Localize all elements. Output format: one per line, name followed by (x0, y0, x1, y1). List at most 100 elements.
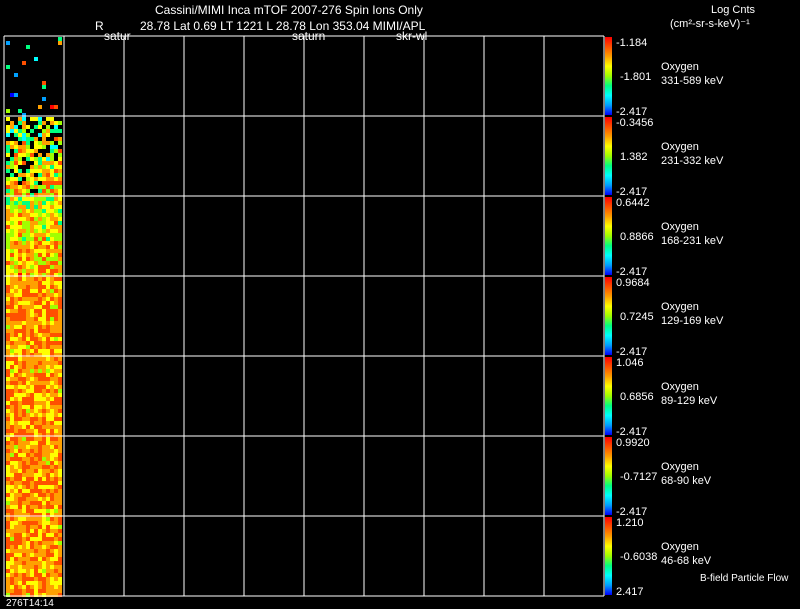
spectrogram-pixel (14, 541, 18, 545)
spectrogram-pixel (6, 505, 10, 509)
spectrogram-pixel (18, 461, 22, 465)
spectrogram-pixel (38, 565, 42, 569)
spectrogram-pixel (30, 397, 34, 401)
spectrogram-pixel (6, 425, 10, 429)
spectrogram-pixel (46, 557, 50, 561)
spectrogram-pixel (54, 369, 58, 373)
spectrogram-pixel (46, 421, 50, 425)
spectrogram-pixel (26, 237, 30, 241)
spectrogram-pixel (34, 325, 38, 329)
spectrogram-pixel (6, 417, 10, 421)
spectrogram-pixel (10, 541, 14, 545)
spectrogram-pixel (30, 349, 34, 353)
spectrogram-pixel (34, 305, 38, 309)
spectrogram-pixel (14, 569, 18, 573)
spectrogram-pixel (22, 421, 26, 425)
spectrogram-pixel (50, 461, 54, 465)
spectrogram-pixel (38, 365, 42, 369)
spectrogram-pixel (50, 581, 54, 585)
spectrogram-pixel (46, 177, 50, 181)
spectrogram-pixel (18, 473, 22, 477)
spectrogram-pixel (54, 245, 58, 249)
spectrogram-pixel (14, 489, 18, 493)
spectrogram-pixel (6, 189, 10, 193)
spectrogram-pixel (50, 373, 54, 377)
spectrogram-pixel (34, 525, 38, 529)
spectrogram-pixel (14, 397, 18, 401)
spectrogram-pixel (50, 149, 54, 153)
spectrogram-pixel (38, 581, 42, 585)
spectrogram-pixel (58, 493, 62, 497)
colorbar-mid-label: 0.8866 (620, 231, 654, 243)
spectrogram-pixel (10, 441, 14, 445)
spectrogram-pixel (34, 561, 38, 565)
spectrogram-pixel (10, 229, 14, 233)
spectrogram-pixel (42, 537, 46, 541)
spectrogram-pixel (14, 369, 18, 373)
spectrogram-pixel (42, 569, 46, 573)
spectrogram-pixel (22, 201, 26, 205)
spectrogram-pixel (42, 481, 46, 485)
spectrogram-pixel (50, 313, 54, 317)
spectrogram-pixel (50, 293, 54, 297)
spectrogram-pixel (54, 389, 58, 393)
spectrogram-pixel (18, 477, 22, 481)
spectrogram-pixel (26, 173, 30, 177)
spectrogram-pixel (46, 293, 50, 297)
spectrogram-pixel (46, 201, 50, 205)
spectrogram-pixel (50, 561, 54, 565)
spectrogram-pixel (14, 421, 18, 425)
spectrogram-pixel (34, 237, 38, 241)
spectrogram-pixel (30, 217, 34, 221)
spectrogram-pixel (18, 453, 22, 457)
spectrogram-pixel (58, 121, 62, 125)
spectrogram-pixel (54, 485, 58, 489)
spectrogram-pixel (18, 521, 22, 525)
spectrogram-pixel (38, 537, 42, 541)
spectrogram-pixel (46, 165, 50, 169)
spectrogram-pixel (22, 181, 26, 185)
spectrogram-pixel (14, 457, 18, 461)
spectrogram-pixel (22, 221, 26, 225)
spectrogram-pixel (34, 441, 38, 445)
spectrogram-pixel (14, 141, 18, 145)
spectrogram-pixel (30, 321, 34, 325)
spectrogram-pixel (50, 553, 54, 557)
spectrogram-pixel (42, 269, 46, 273)
spectrogram-pixel (46, 345, 50, 349)
spectrogram-pixel (6, 489, 10, 493)
spectrogram-pixel (58, 293, 62, 297)
spectrogram-pixel (26, 329, 30, 333)
spectrogram-pixel (30, 453, 34, 457)
spectrogram-pixel (22, 293, 26, 297)
spectrogram-pixel (30, 197, 34, 201)
spectrogram-pixel (6, 469, 10, 473)
spectrogram-pixel (46, 245, 50, 249)
spectrogram-pixel (26, 485, 30, 489)
spectrogram-pixel (26, 341, 30, 345)
spectrogram-pixel (54, 569, 58, 573)
spectrogram-pixel (26, 501, 30, 505)
spectrogram-pixel (26, 297, 30, 301)
spectrogram-pixel (54, 533, 58, 537)
spectrogram-pixel (42, 557, 46, 561)
spectrogram-pixel (6, 309, 10, 313)
spectrogram-pixel (26, 473, 30, 477)
spectrogram-pixel (50, 197, 54, 201)
spectrogram-pixel (50, 517, 54, 521)
spectrogram-pixel (26, 153, 30, 157)
spectrogram-pixel (14, 265, 18, 269)
spectrogram-pixel (58, 37, 62, 41)
spectrogram-pixel (42, 465, 46, 469)
spectrogram-pixel (26, 541, 30, 545)
spectrogram-pixel (38, 249, 42, 253)
spectrogram-pixel (42, 449, 46, 453)
spectrogram-pixel (18, 237, 22, 241)
spectrogram-pixel (38, 301, 42, 305)
spectrogram-pixel (22, 349, 26, 353)
spectrogram-pixel (58, 317, 62, 321)
spectrogram-pixel (10, 493, 14, 497)
spectrogram-pixel (10, 357, 14, 361)
spectrogram-pixel (18, 441, 22, 445)
spectrogram-pixel (58, 457, 62, 461)
